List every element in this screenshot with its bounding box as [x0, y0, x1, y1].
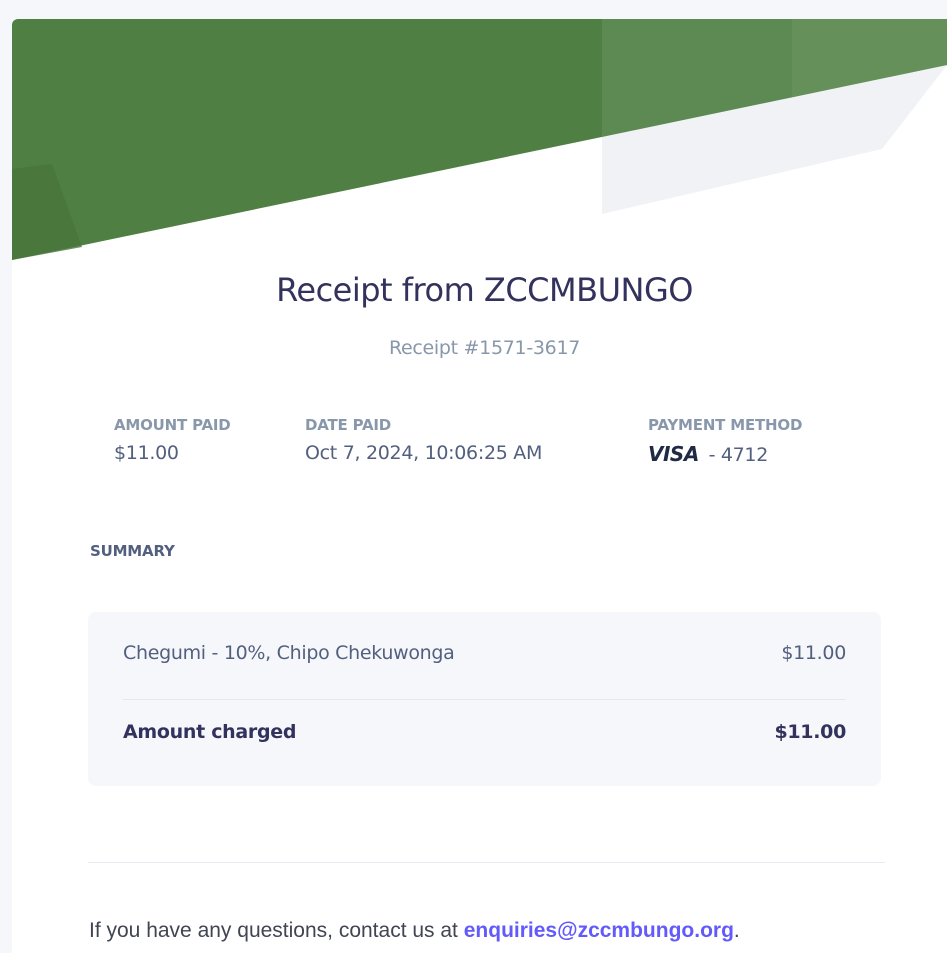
payment-method-value: VISA - 4712: [648, 442, 802, 466]
visa-icon: VISA: [648, 442, 699, 466]
card-last4: - 4712: [708, 444, 769, 466]
contact-suffix: .: [733, 919, 740, 942]
date-paid-value: Oct 7, 2024, 10:06:25 AM: [305, 442, 543, 464]
receipt-card: Receipt from ZCCMBUNGO Receipt #1571-361…: [12, 19, 947, 953]
receipt-title: Receipt from ZCCMBUNGO: [276, 271, 693, 309]
payment-method-label: PAYMENT METHOD: [648, 416, 803, 434]
contact-text: If you have any questions, contact us at…: [89, 919, 740, 943]
payment-method-block: PAYMENT METHOD VISA - 4712: [648, 416, 802, 466]
total-amount: $11.00: [774, 721, 846, 743]
amount-paid-block: AMOUNT PAID $11.00: [114, 416, 231, 464]
amount-paid-label: AMOUNT PAID: [114, 416, 231, 434]
summary-label: SUMMARY: [90, 542, 175, 560]
line-item-amount: $11.00: [781, 642, 846, 664]
contact-prefix: If you have any questions, contact us at: [89, 919, 464, 942]
amount-paid-value: $11.00: [114, 442, 179, 464]
date-paid-label: DATE PAID: [305, 416, 392, 434]
footer-divider: [88, 862, 885, 863]
summary-box: Chegumi - 10%, Chipo Chekuwonga $11.00 A…: [88, 612, 881, 786]
summary-divider: [123, 699, 846, 700]
header-banner: [12, 19, 947, 260]
line-item-description: Chegumi - 10%, Chipo Chekuwonga: [123, 642, 455, 664]
receipt-number: Receipt #1571-3617: [388, 337, 581, 359]
total-label: Amount charged: [123, 721, 297, 743]
summary-line-item: Chegumi - 10%, Chipo Chekuwonga $11.00: [123, 642, 846, 664]
summary-total-row: Amount charged $11.00: [123, 721, 846, 743]
date-paid-block: DATE PAID Oct 7, 2024, 10:06:25 AM: [305, 416, 542, 464]
contact-email-link[interactable]: enquiries@zccmbungo.org: [464, 919, 734, 942]
